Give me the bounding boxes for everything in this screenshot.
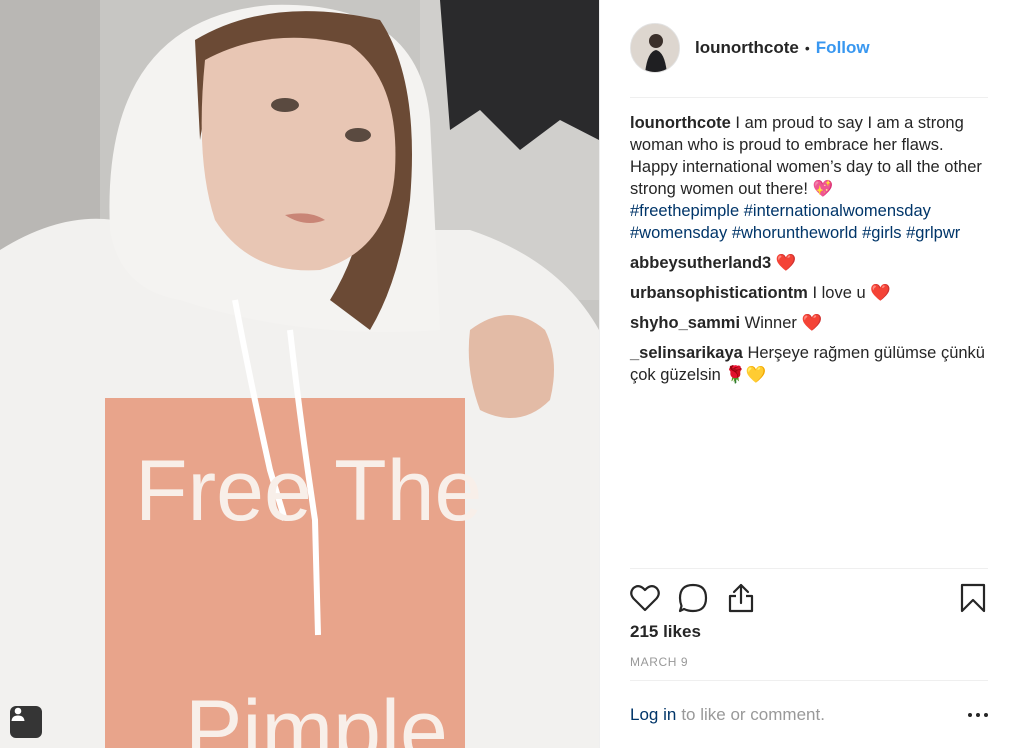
hashtag[interactable]: #freethepimple [630,202,739,220]
header-username[interactable]: lounorthcote [695,38,799,58]
hoodie-text-line2: Pimple [185,683,448,748]
comment-footer: Log in to like or comment. [630,702,988,728]
login-link[interactable]: Log in [630,705,676,725]
post-photo[interactable]: Free The Pimple [0,0,599,748]
comment-text: Winner ❤️ [744,314,823,332]
hashtag[interactable]: #girls [862,224,901,242]
hashtag[interactable]: #whoruntheworld [732,224,858,242]
comment-bubble-icon[interactable] [676,581,710,615]
hashtag[interactable]: #grlpwr [906,224,960,242]
hashtag[interactable]: #womensday [630,224,727,242]
user-tag-icon[interactable] [10,706,42,738]
comment-username[interactable]: urbansophisticationtm [630,284,808,302]
actions-divider [630,568,988,569]
post-side-panel: lounorthcote • Follow lounorthcote I am … [599,0,1018,748]
photo-illustration: Free The Pimple [0,0,599,748]
likes-count[interactable]: 215 likes [630,622,701,642]
comment-item: _selinsarikaya Herşeye rağmen gülümse çü… [630,342,990,386]
comment-item: shyho_sammi Winner ❤️ [630,312,990,334]
comment-item: abbeysutherland3 ❤️ [630,252,990,274]
header-separator: • [804,40,810,56]
login-prompt: to like or comment. [681,705,825,724]
post-header: lounorthcote • Follow [630,22,988,74]
hashtag[interactable]: #internationalwomensday [744,202,931,220]
caption: lounorthcote I am proud to say I am a st… [630,112,990,244]
more-options-icon[interactable] [968,713,988,717]
follow-button[interactable]: Follow [816,38,870,58]
comment-username[interactable]: abbeysutherland3 [630,254,771,272]
comment-text: I love u ❤️ [812,284,891,302]
heart-icon[interactable] [628,581,662,615]
header-divider [630,97,988,98]
comment-username[interactable]: shyho_sammi [630,314,740,332]
caption-username[interactable]: lounorthcote [630,114,731,132]
bookmark-icon[interactable] [956,581,990,615]
action-bar [628,578,990,618]
post-date[interactable]: MARCH 9 [630,655,688,669]
share-icon[interactable] [724,581,758,615]
comments-list: lounorthcote I am proud to say I am a st… [630,112,990,394]
caption-hashtags: #freethepimple #internationalwomensday #… [630,200,990,244]
comment-username[interactable]: _selinsarikaya [630,344,743,362]
hoodie-text-line1: Free The [135,443,482,539]
comment-text: ❤️ [775,254,797,272]
avatar[interactable] [630,23,680,73]
comment-item: urbansophisticationtm I love u ❤️ [630,282,990,304]
footer-divider [630,680,988,681]
